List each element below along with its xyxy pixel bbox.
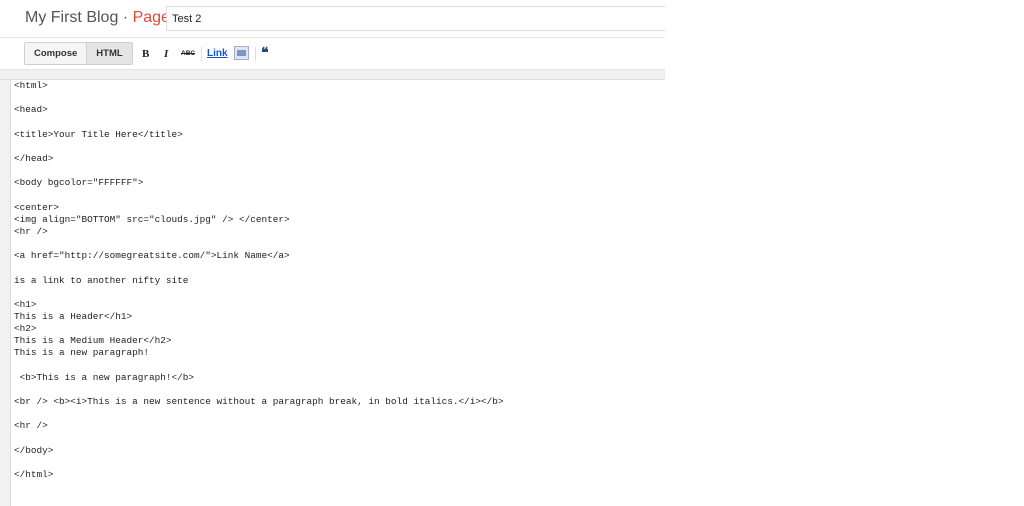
compose-mode-button[interactable]: Compose <box>25 43 87 64</box>
strikethrough-button[interactable]: ABC <box>181 50 195 57</box>
post-title-input[interactable] <box>166 6 665 31</box>
toolbar-divider <box>201 47 202 61</box>
post-type-label: Page <box>132 9 170 26</box>
editor-toolbar: Compose HTML B I ABC Link ❝ <box>0 38 665 70</box>
html-editor-textarea[interactable]: <html> <head> <title>Your Title Here</ti… <box>14 80 664 506</box>
link-button[interactable]: Link <box>207 48 228 59</box>
post-editor: My First Blog · Page Compose HTML B I AB… <box>0 0 665 506</box>
editor-header: My First Blog · Page <box>0 0 665 38</box>
quote-icon[interactable]: ❝ <box>261 44 269 61</box>
blog-name[interactable]: My First Blog <box>25 9 118 26</box>
blog-title: My First Blog · Page <box>25 9 170 27</box>
separator: · <box>118 9 133 26</box>
mode-switch: Compose HTML <box>24 42 133 65</box>
editor-gutter <box>0 80 11 506</box>
editor-top-bar <box>0 70 665 80</box>
html-mode-button[interactable]: HTML <box>86 43 132 64</box>
bold-button[interactable]: B <box>142 48 149 60</box>
insert-image-icon[interactable] <box>234 46 249 60</box>
italic-button[interactable]: I <box>164 48 168 60</box>
toolbar-divider <box>255 47 256 61</box>
